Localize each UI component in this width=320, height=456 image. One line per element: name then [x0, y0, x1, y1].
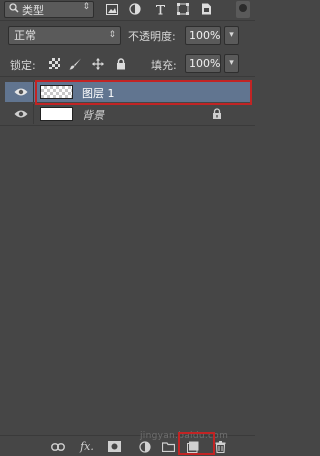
add-mask-icon[interactable]: [107, 440, 121, 453]
lock-label: 锁定:: [10, 59, 36, 72]
row-separator: [33, 104, 34, 124]
filter-toggle-switch[interactable]: [236, 1, 250, 18]
type-filter-icon[interactable]: [153, 2, 167, 16]
divider: [0, 20, 255, 21]
fill-label: 填充:: [151, 59, 177, 72]
adjustment-filter-icon[interactable]: [128, 2, 142, 16]
opacity-label: 不透明度:: [128, 30, 176, 43]
lock-icon: [212, 108, 222, 120]
adjustment-layer-icon[interactable]: [138, 440, 152, 453]
lock-position-icon[interactable]: [91, 57, 104, 70]
new-group-icon[interactable]: [161, 440, 175, 453]
shape-filter-icon[interactable]: [176, 2, 190, 16]
layer-name[interactable]: 背景: [82, 107, 104, 123]
divider: [0, 125, 255, 126]
lock-all-icon[interactable]: [114, 57, 127, 70]
delete-icon[interactable]: [213, 440, 227, 453]
fx-icon[interactable]: fx.: [80, 440, 94, 453]
divider: [0, 76, 255, 77]
layer-row-layer1[interactable]: 图层 1: [5, 82, 250, 102]
lock-transparent-icon[interactable]: [48, 57, 61, 70]
fill-input[interactable]: 100%: [185, 54, 221, 73]
row-separator: [33, 82, 34, 102]
blend-mode-value: 正常: [14, 29, 36, 42]
fill-dropdown-button[interactable]: ▾: [224, 54, 239, 73]
up-down-arrow-icon: ⇕: [108, 30, 116, 40]
up-down-arrow-icon: ⇕: [82, 2, 90, 12]
filter-type-label: 类型: [22, 3, 44, 17]
layer-thumbnail: [40, 107, 73, 121]
new-layer-icon[interactable]: [186, 440, 200, 453]
opacity-dropdown-button[interactable]: ▾: [224, 26, 239, 45]
eye-icon[interactable]: [14, 109, 28, 119]
opacity-input[interactable]: 100%: [185, 26, 221, 45]
layer-name[interactable]: 图层 1: [82, 85, 115, 101]
eye-icon[interactable]: [14, 87, 28, 97]
link-layers-icon[interactable]: [51, 440, 65, 453]
lock-image-icon[interactable]: [69, 57, 82, 70]
image-filter-icon[interactable]: [105, 2, 119, 16]
layer-filter-select[interactable]: 类型 ⇕: [4, 1, 94, 18]
search-icon: [9, 3, 19, 16]
layer-thumbnail: [40, 85, 73, 99]
smart-object-filter-icon[interactable]: [199, 2, 213, 16]
layer-row-background[interactable]: 背景: [5, 104, 250, 124]
blend-mode-select[interactable]: 正常 ⇕: [8, 26, 121, 45]
